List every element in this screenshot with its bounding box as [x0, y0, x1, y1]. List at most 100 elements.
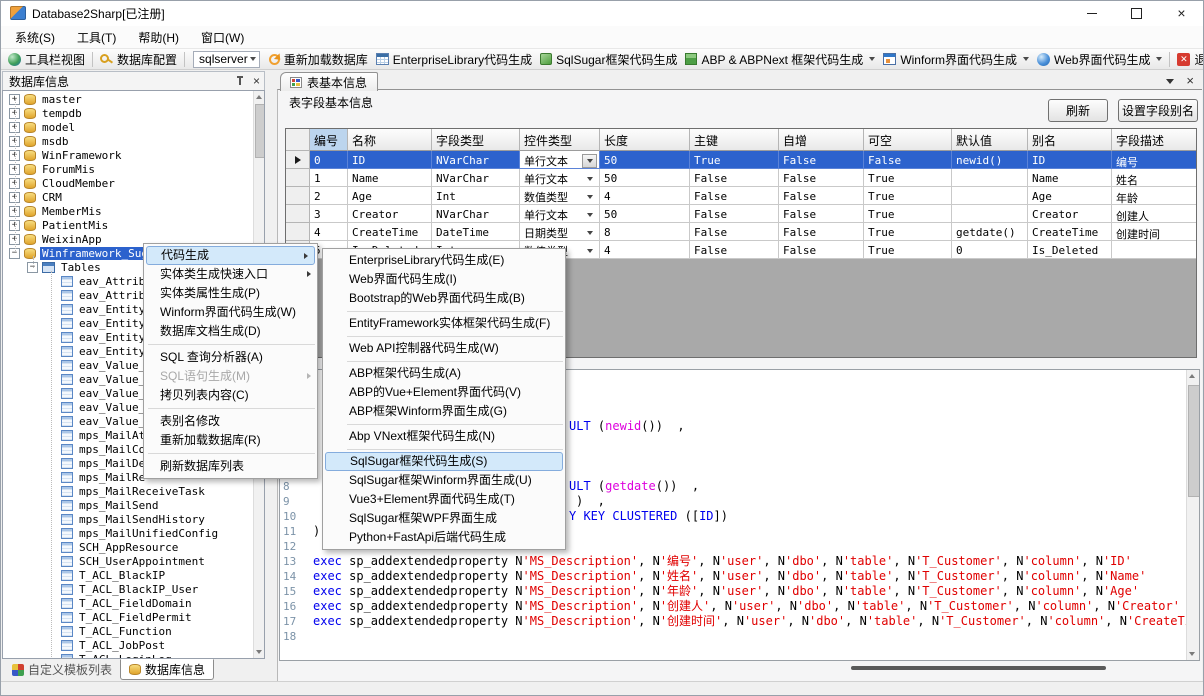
grid-column-header[interactable]: 字段描述 [1112, 129, 1197, 151]
scroll-down-icon[interactable] [256, 650, 262, 654]
horizontal-scrollbar-thumb[interactable] [851, 666, 1106, 670]
submenu-item[interactable]: ABP框架Winform界面生成(G) [323, 402, 565, 421]
tree-item[interactable]: +tempdb [3, 106, 253, 120]
pin-icon[interactable] [235, 76, 245, 86]
grid-cell[interactable]: Age [348, 187, 432, 205]
tab-database-info[interactable]: 数据库信息 [120, 659, 214, 680]
grid-cell[interactable]: 4 [310, 223, 348, 241]
chevron-down-icon[interactable] [1023, 57, 1029, 61]
row-selector[interactable] [286, 205, 310, 223]
combo-dropdown-icon[interactable] [582, 249, 597, 253]
context-menu-item[interactable]: 实体类生成快速入口 [144, 265, 317, 284]
grid-cell[interactable]: Is_Deleted [1028, 241, 1112, 259]
tree-item[interactable]: T_ACL_FieldDomain [3, 596, 253, 610]
grid-column-header[interactable]: 自增 [779, 129, 864, 151]
row-selector[interactable] [286, 169, 310, 187]
menubar-item[interactable]: 系统(S) [4, 26, 66, 49]
grid-cell[interactable]: 创建时间 [1112, 223, 1197, 241]
grid-cell[interactable]: False [690, 223, 779, 241]
grid-cell[interactable]: True [864, 223, 952, 241]
submenu-item[interactable]: EnterpriseLibrary代码生成(E) [323, 251, 565, 270]
tree-item[interactable]: +msdb [3, 134, 253, 148]
grid-cell[interactable]: 0 [952, 241, 1028, 259]
scroll-down-icon[interactable] [1189, 652, 1195, 656]
maximize-button[interactable] [1114, 0, 1159, 26]
tree-item[interactable]: +master [3, 92, 253, 106]
grid-column-header[interactable]: 可空 [864, 129, 952, 151]
refresh-button[interactable]: 刷新 [1048, 99, 1108, 122]
grid-cell[interactable] [952, 205, 1028, 223]
tree-item[interactable]: T_ACL_JobPost [3, 638, 253, 652]
grid-cell[interactable]: False [690, 187, 779, 205]
grid-cell[interactable]: 8 [600, 223, 690, 241]
grid-cell[interactable]: Name [348, 169, 432, 187]
table-row[interactable]: 0IDNVarChar单行文本50TrueFalseFalsenewid()ID… [286, 151, 1196, 169]
row-selector[interactable] [286, 187, 310, 205]
tree-item[interactable]: +WinFramework [3, 148, 253, 162]
tree-item[interactable]: +model [3, 120, 253, 134]
grid-cell[interactable]: 数值类型 [520, 187, 600, 205]
grid-cell[interactable]: newid() [952, 151, 1028, 169]
tree-item[interactable]: mps_MailSend [3, 498, 253, 512]
context-menu-item[interactable]: 刷新数据库列表 [144, 457, 317, 476]
grid-cell[interactable]: Creator [348, 205, 432, 223]
minimize-button[interactable] [1069, 0, 1114, 26]
table-row[interactable]: 3CreatorNVarChar单行文本50FalseFalseTrueCrea… [286, 205, 1196, 223]
reload-db-button[interactable]: 重新加载数据库 [265, 50, 372, 69]
grid-cell[interactable]: getdate() [952, 223, 1028, 241]
grid-column-header[interactable]: 字段类型 [432, 129, 520, 151]
tree-item[interactable]: +PatientMis [3, 218, 253, 232]
grid-cell[interactable]: False [690, 241, 779, 259]
grid-cell[interactable]: True [690, 151, 779, 169]
context-menu-item[interactable]: 拷贝列表内容(C) [144, 386, 317, 405]
winform-codegen-button[interactable]: Winform界面代码生成 [879, 50, 1033, 69]
chevron-down-icon[interactable] [1166, 79, 1174, 84]
set-field-alias-button[interactable]: 设置字段别名 [1118, 99, 1198, 122]
grid-cell[interactable]: True [864, 187, 952, 205]
context-menu-item[interactable]: 实体类属性生成(P) [144, 284, 317, 303]
grid-column-header[interactable]: 控件类型 [520, 129, 600, 151]
submenu-item[interactable]: Python+FastApi后端代码生成 [323, 528, 565, 547]
tree-item[interactable]: T_ACL_LoginLog [3, 652, 253, 658]
grid-cell[interactable]: False [779, 169, 864, 187]
combo-dropdown-icon[interactable] [582, 154, 597, 168]
grid-column-header[interactable]: 主键 [690, 129, 779, 151]
grid-cell[interactable]: 50 [600, 205, 690, 223]
grid-cell[interactable]: 日期类型 [520, 223, 600, 241]
submenu-item[interactable]: ABP框架代码生成(A) [323, 364, 565, 383]
grid-cell[interactable]: 50 [600, 169, 690, 187]
grid-cell[interactable]: 3 [310, 205, 348, 223]
grid-cell[interactable]: False [779, 205, 864, 223]
grid-cell[interactable] [1112, 241, 1197, 259]
grid-cell[interactable]: 单行文本 [520, 151, 600, 169]
combo-dropdown-icon[interactable] [582, 177, 597, 181]
enterprise-codegen-button[interactable]: EnterpriseLibrary代码生成 [372, 50, 536, 69]
context-menu-item[interactable]: 表别名修改 [144, 412, 317, 431]
tree-item[interactable]: mps_MailSendHistory [3, 512, 253, 526]
grid-cell[interactable] [952, 169, 1028, 187]
chevron-down-icon[interactable] [869, 57, 875, 61]
abp-codegen-button[interactable]: ABP & ABPNext 框架代码生成 [681, 50, 879, 69]
menubar-item[interactable]: 帮助(H) [127, 26, 190, 49]
tree-item[interactable]: T_ACL_BlackIP [3, 568, 253, 582]
grid-cell[interactable]: NVarChar [432, 151, 520, 169]
toolbar-view-button[interactable]: 工具栏视图 [4, 50, 89, 69]
grid-cell[interactable]: Int [432, 187, 520, 205]
grid-cell[interactable]: False [779, 151, 864, 169]
context-menu-item[interactable]: Winform界面代码生成(W) [144, 303, 317, 322]
submenu-item[interactable]: Web界面代码生成(I) [323, 270, 565, 289]
grid-cell[interactable]: False [779, 223, 864, 241]
scrollbar-thumb[interactable] [1188, 385, 1200, 497]
tab-table-info[interactable]: 表基本信息 [280, 72, 378, 91]
sqlsugar-codegen-button[interactable]: SqlSugar框架代码生成 [536, 50, 681, 69]
document-close-icon[interactable]: × [1186, 76, 1194, 86]
combo-dropdown-icon[interactable] [582, 231, 597, 235]
submenu-item[interactable]: SqlSugar框架代码生成(S) [325, 452, 563, 471]
grid-cell[interactable]: False [690, 205, 779, 223]
grid-cell[interactable]: DateTime [432, 223, 520, 241]
grid-cell[interactable]: False [779, 241, 864, 259]
grid-cell[interactable]: False [864, 151, 952, 169]
tree-item[interactable]: +ForumMis [3, 162, 253, 176]
sql-scrollbar[interactable] [1186, 370, 1199, 660]
tree-item[interactable]: SCH_AppResource [3, 540, 253, 554]
